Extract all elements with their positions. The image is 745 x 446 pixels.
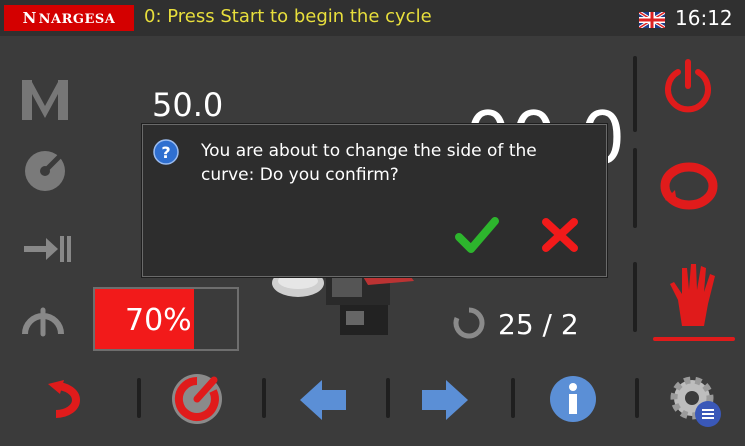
curve-side-icon[interactable] [44, 376, 102, 422]
x-icon[interactable] [541, 217, 579, 253]
speed-indicator[interactable]: 70% [93, 287, 239, 351]
status-message: 0: Press Start to begin the cycle [144, 6, 432, 27]
divider [633, 148, 637, 228]
clock: 16:12 [675, 6, 733, 30]
machine-screen: N NARGESA 0: Press Start to begin the cy… [0, 0, 745, 446]
manual-mode-icon[interactable] [20, 76, 70, 122]
arrow-right-icon[interactable] [420, 378, 470, 422]
question-icon: ? [153, 139, 179, 165]
divider [386, 378, 390, 418]
hand-stop-underline [653, 337, 735, 341]
top-value: 50.0 [152, 86, 224, 124]
gauge-icon[interactable] [22, 148, 68, 194]
confirm-dialog: ? You are about to change the side of th… [142, 124, 607, 277]
limit-icon[interactable] [22, 232, 72, 266]
arrow-left-icon[interactable] [298, 378, 348, 422]
divider [633, 56, 637, 132]
brand-logo: N NARGESA [4, 5, 134, 31]
hand-stop-icon[interactable] [664, 260, 724, 328]
counter-reset-icon[interactable] [452, 306, 486, 340]
piece-counter: 25 / 2 [498, 308, 579, 341]
arc-icon[interactable] [20, 298, 66, 338]
divider [137, 378, 141, 418]
divider [262, 378, 266, 418]
info-icon[interactable] [548, 374, 598, 424]
dialog-message: You are about to change the side of the … [201, 141, 537, 185]
power-icon[interactable] [662, 58, 714, 114]
uk-flag-icon[interactable] [639, 12, 665, 28]
speed-label: 70% [125, 303, 192, 338]
divider [511, 378, 515, 418]
settings-icon[interactable] [668, 374, 724, 430]
divider [635, 378, 639, 418]
check-icon[interactable] [455, 215, 499, 255]
svg-text:?: ? [161, 143, 170, 162]
cycle-icon[interactable] [657, 160, 721, 212]
divider [633, 262, 637, 332]
start-icon[interactable] [168, 372, 226, 426]
top-bar: N NARGESA 0: Press Start to begin the cy… [0, 0, 745, 36]
